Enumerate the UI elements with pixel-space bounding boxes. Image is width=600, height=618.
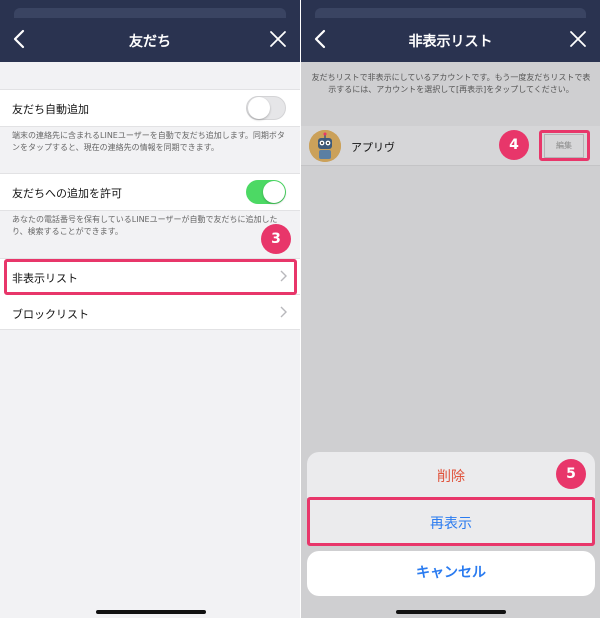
friend-name: アプリヴ [351, 141, 395, 154]
page-title: 非表示リスト [408, 34, 493, 50]
delete-button[interactable]: 削除 [307, 466, 595, 486]
home-indicator [396, 610, 506, 614]
close-icon[interactable] [268, 28, 288, 50]
step-badge-4: 4 [499, 130, 529, 160]
auto-add-description: 端末の連絡先に含まれるLINEユーザーを自動で友だち追加します。同期ボタンをタッ… [12, 131, 285, 152]
auto-add-label: 友だち自動追加 [12, 103, 89, 116]
page-title: 友だち [129, 34, 171, 50]
redisplay-highlight [307, 497, 595, 546]
step-badge-5: 5 [556, 459, 586, 489]
close-icon[interactable] [568, 28, 588, 50]
hidden-list-info: 友だちリストで非表示にしているアカウントです。もう一度友だちリストで表示するには… [311, 73, 591, 94]
robot-avatar-icon [309, 130, 341, 162]
friends-settings-screen: 友だち 友だち自動追加 端末の連絡先に含まれるLINEユーザーを自動で友だち追加… [0, 0, 300, 618]
toggle-knob [263, 181, 285, 203]
auto-add-row: 友だち自動追加 [0, 89, 300, 127]
stacked-sheet-edge [14, 8, 286, 18]
allow-add-description: あなたの電話番号を保有しているLINEユーザーが自動で友だちに追加したり、検索す… [12, 215, 278, 236]
hidden-list-highlight [4, 259, 297, 295]
block-list-item[interactable]: ブロックリスト [0, 295, 300, 330]
header-bar: 非表示リスト [301, 0, 600, 62]
edit-highlight [539, 130, 590, 161]
step-badge-3: 3 [261, 224, 291, 254]
allow-add-label: 友だちへの追加を許可 [12, 187, 122, 200]
stacked-sheet-edge [315, 8, 586, 18]
auto-add-toggle[interactable] [246, 96, 286, 120]
home-indicator [96, 610, 206, 614]
block-list-label: ブロックリスト [12, 308, 89, 321]
toggle-knob [248, 97, 270, 119]
hidden-list-screen: 非表示リスト 友だちリストで非表示にしているアカウントです。もう一度友だちリスト… [301, 0, 600, 618]
header-bar: 友だち [0, 0, 300, 62]
cancel-button[interactable]: キャンセル [307, 551, 595, 596]
allow-add-row: 友だちへの追加を許可 [0, 173, 300, 211]
chevron-right-icon [278, 306, 288, 318]
allow-add-toggle[interactable] [246, 180, 286, 204]
